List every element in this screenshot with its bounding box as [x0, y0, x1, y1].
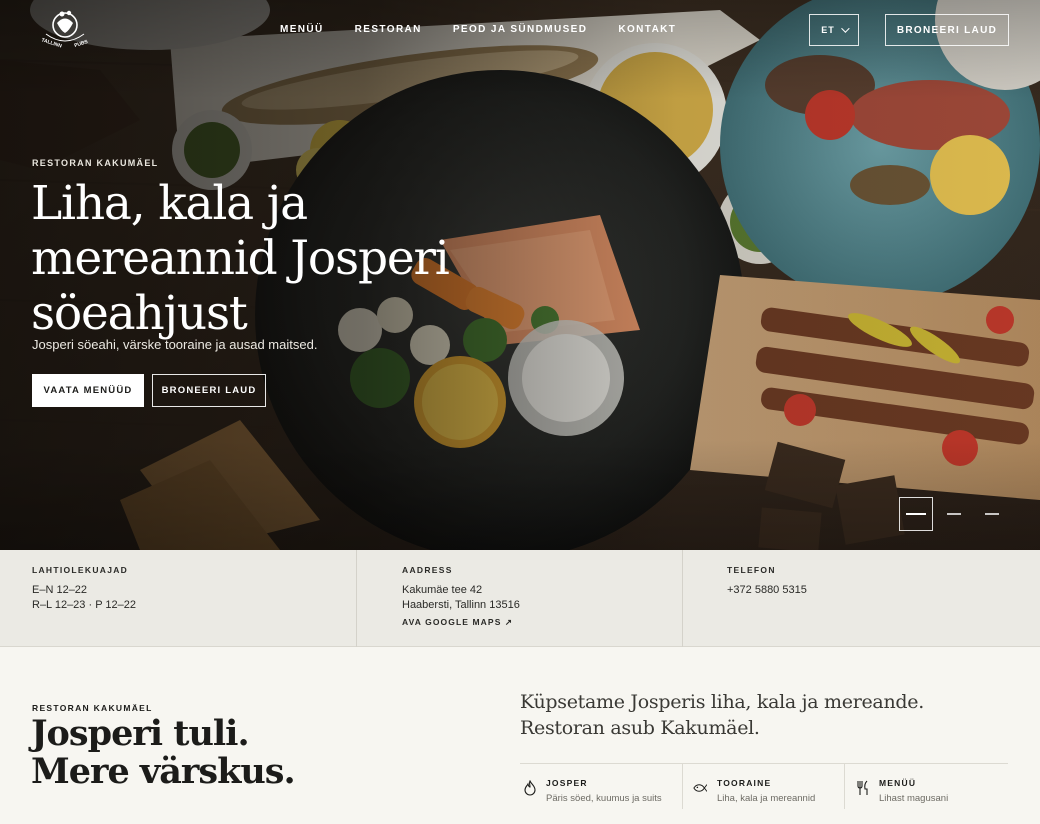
about-lead: Küpsetame Josperis liha, kala ja mereand… — [520, 691, 924, 739]
view-menu-button[interactable]: VAATA MENÜÜD — [32, 374, 144, 407]
nav-item-restaurant[interactable]: RESTORAN — [355, 24, 422, 36]
feature-title: TOORAINE — [717, 778, 772, 788]
feature-subtitle: Lihast magusani — [879, 793, 949, 804]
slide-dot-1[interactable] — [899, 497, 933, 531]
slide-dot-3[interactable] — [975, 497, 1009, 531]
feature-title: JOSPER — [546, 778, 588, 788]
flame-icon — [524, 780, 536, 796]
cutlery-icon — [857, 780, 868, 795]
feature-subtitle: Liha, kala ja mereannid — [717, 793, 816, 804]
logo-text-right: PUBS — [74, 39, 90, 48]
nav-item-contact[interactable]: KONTAKT — [618, 24, 676, 36]
main-nav: MENÜÜ RESTORAN PEOD JA SÜNDMUSED KONTAKT — [280, 24, 707, 36]
google-maps-link[interactable]: AVA GOOGLE MAPS ↗ — [402, 617, 682, 628]
phone-block: TELEFON +372 5880 5315 — [683, 550, 1040, 647]
address-line-2: Haabersti, Tallinn 13516 — [402, 599, 520, 611]
header-book-table-button[interactable]: BRONEERI LAUD — [885, 14, 1009, 46]
slide-dot-2[interactable] — [937, 497, 971, 531]
opening-hours: LAHTIOLEKUAJAD E–N 12–22 R–L 12–23 · P 1… — [0, 550, 357, 647]
about-title: Josperi tuli. Mere värskus. — [31, 713, 296, 792]
slider-pagination — [899, 497, 1013, 531]
nav-item-events[interactable]: PEOD JA SÜNDMUSED — [453, 24, 588, 36]
about-title-line-1: Josperi tuli. — [31, 713, 250, 754]
feature-menu: MENÜÜ Lihast magusani — [845, 764, 1008, 809]
phone-number[interactable]: +372 5880 5315 — [727, 583, 1040, 598]
feature-josper: JOSPER Päris söed, kuumus ja suits — [520, 764, 683, 809]
phone-label: TELEFON — [727, 565, 776, 575]
hours-line-2: R–L 12–23 · P 12–22 — [32, 599, 136, 611]
language-selector[interactable]: ET — [809, 14, 859, 46]
hours-label: LAHTIOLEKUAJAD — [32, 565, 129, 575]
hero-book-table-button[interactable]: BRONEERI LAUD — [152, 374, 266, 407]
address-block: AADRESS Kakumäe tee 42 Haabersti, Tallin… — [357, 550, 683, 647]
about-eyebrow: RESTORAN KAKUMÄEL — [32, 703, 153, 713]
hero-title: Liha, kala ja mereannid Josperi söeahjus… — [31, 176, 450, 341]
address-line-1: Kakumäe tee 42 — [402, 584, 483, 596]
about-title-line-2: Mere värskus. — [31, 751, 296, 792]
hours-line-1: E–N 12–22 — [32, 584, 88, 596]
feature-subtitle: Päris söed, kuumus ja suits — [546, 793, 662, 804]
hero-section: TALLINN PUBS MENÜÜ RESTORAN PEOD JA SÜND… — [0, 0, 1040, 550]
language-label: ET — [821, 25, 835, 35]
address-label: AADRESS — [402, 565, 453, 575]
tallinn-pubs-logo[interactable]: TALLINN PUBS — [38, 8, 92, 48]
hero-eyebrow: RESTORAN KAKUMÄEL — [32, 158, 159, 168]
hero-subtitle: Josperi söeahi, värske tooraine ja ausad… — [32, 337, 318, 352]
feature-title: MENÜÜ — [879, 778, 917, 788]
chevron-down-icon — [840, 24, 850, 33]
logo-text-left: TALLINN — [41, 37, 63, 48]
nav-item-menu[interactable]: MENÜÜ — [280, 24, 324, 36]
feature-ingredients: TOORAINE Liha, kala ja mereannid — [683, 764, 845, 809]
info-bar: LAHTIOLEKUAJAD E–N 12–22 R–L 12–23 · P 1… — [0, 550, 1040, 647]
features-row: JOSPER Päris söed, kuumus ja suits TOORA… — [520, 763, 1008, 809]
fish-icon — [693, 784, 707, 792]
